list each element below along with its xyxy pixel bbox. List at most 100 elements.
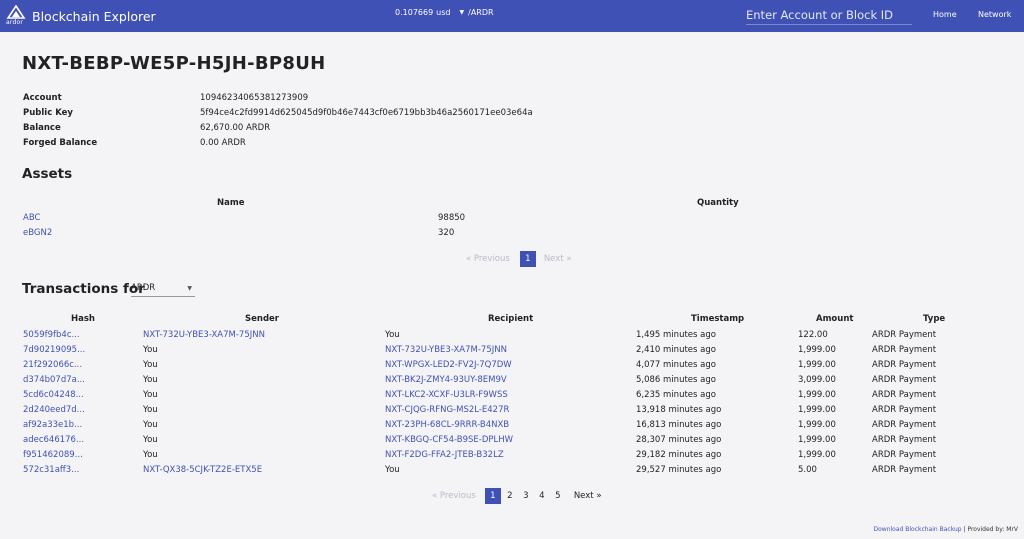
asset-quantity: 98850: [438, 213, 466, 223]
logo-text: ardor: [6, 19, 23, 26]
brand-title: Blockchain Explorer: [32, 8, 156, 24]
tx-amount: 1,999.00: [798, 405, 836, 415]
tx-hash-link[interactable]: d374b07d7a...: [23, 375, 85, 385]
tx-col-amount: Amount: [816, 314, 854, 324]
tx-timestamp: 1,495 minutes ago: [636, 330, 716, 340]
tx-col-sender: Sender: [245, 314, 279, 324]
tx-sender: You: [143, 420, 158, 430]
tx-hash-link[interactable]: 5059f9fb4c...: [23, 330, 80, 340]
tx-amount: 1,999.00: [798, 420, 836, 430]
assets-pagination: « Previous 1 Next »: [466, 251, 572, 267]
ardor-logo-icon: ardor: [6, 5, 26, 27]
tx-sender[interactable]: NXT-QX38-5CJK-TZ2E-ETX5E: [143, 465, 262, 475]
download-backup-link[interactable]: Download Blockchain Backup: [874, 526, 962, 533]
tx-amount: 1,999.00: [798, 435, 836, 445]
tx-col-hash: Hash: [71, 314, 95, 324]
tx-sender[interactable]: NXT-732U-YBE3-XA7M-75JNN: [143, 330, 265, 340]
tx-sender: You: [143, 405, 158, 415]
tx-hash-link[interactable]: adec646176...: [23, 435, 84, 445]
tx-amount: 1,999.00: [798, 450, 836, 460]
chain-select[interactable]: ARDR ▼: [131, 283, 195, 297]
tx-timestamp: 28,307 minutes ago: [636, 435, 722, 445]
assets-col-quantity: Quantity: [697, 198, 739, 208]
prev-page-button[interactable]: « Previous: [466, 254, 510, 264]
transactions-pagination: « Previous 1 2 3 4 5 Next »: [432, 488, 602, 504]
tx-type: ARDR Payment: [872, 330, 937, 340]
info-label: Public Key: [23, 108, 73, 118]
page-title: NXT-BEBP-WE5P-H5JH-BP8UH: [22, 53, 326, 74]
tx-timestamp: 29,527 minutes ago: [636, 465, 722, 475]
page-button-2[interactable]: 2: [502, 488, 518, 504]
currency-select[interactable]: usd ▼: [436, 8, 464, 17]
tx-hash-link[interactable]: 7d90219095...: [23, 345, 85, 355]
brand[interactable]: ardor Blockchain Explorer: [6, 5, 156, 27]
tx-recipient[interactable]: NXT-BK2J-ZMY4-93UY-8EM9V: [385, 375, 507, 385]
tx-amount: 1,999.00: [798, 390, 836, 400]
page-button-4[interactable]: 4: [534, 488, 550, 504]
search-input[interactable]: [746, 5, 912, 25]
tx-hash-link[interactable]: f951462089...: [23, 450, 83, 460]
tx-hash-link[interactable]: af92a33e1b...: [23, 420, 82, 430]
tx-recipient[interactable]: NXT-CJQG-RFNG-MS2L-E427R: [385, 405, 509, 415]
page-button-1[interactable]: 1: [519, 251, 536, 267]
footer: Download Blockchain Backup | Provided by…: [874, 526, 1019, 533]
tx-hash-link[interactable]: 21f292066c...: [23, 360, 82, 370]
tx-timestamp: 29,182 minutes ago: [636, 450, 722, 460]
assets-col-name: Name: [217, 198, 245, 208]
tx-timestamp: 16,813 minutes ago: [636, 420, 722, 430]
asset-name-link[interactable]: eBGN2: [23, 228, 52, 238]
next-page-button[interactable]: Next »: [544, 254, 572, 264]
tx-sender: You: [143, 375, 158, 385]
tx-type: ARDR Payment: [872, 405, 937, 415]
tx-timestamp: 5,086 minutes ago: [636, 375, 716, 385]
chain-select-value: ARDR: [131, 283, 156, 293]
tx-recipient[interactable]: NXT-732U-YBE3-XA7M-75JNN: [385, 345, 507, 355]
tx-type: ARDR Payment: [872, 360, 937, 370]
tx-hash-link[interactable]: 572c31aff3...: [23, 465, 79, 475]
tx-sender: You: [143, 450, 158, 460]
tx-recipient: You: [385, 330, 400, 340]
asset-name-link[interactable]: ABC: [23, 213, 40, 223]
prev-page-button[interactable]: « Previous: [432, 491, 476, 501]
tx-recipient[interactable]: NXT-23PH-68CL-9RRR-B4NXB: [385, 420, 509, 430]
tx-type: ARDR Payment: [872, 465, 937, 475]
tx-sender: You: [143, 360, 158, 370]
tx-type: ARDR Payment: [872, 420, 937, 430]
page-button-3[interactable]: 3: [518, 488, 534, 504]
tx-col-timestamp: Timestamp: [691, 314, 745, 324]
tx-sender: You: [143, 390, 158, 400]
nav-home[interactable]: Home: [933, 10, 957, 19]
tx-recipient: You: [385, 465, 400, 475]
navbar: ardor Blockchain Explorer 0.107669 usd ▼…: [0, 0, 1024, 32]
page-button-5[interactable]: 5: [550, 488, 566, 504]
tx-hash-link[interactable]: 5cd6c04248...: [23, 390, 84, 400]
page-button-1[interactable]: 1: [484, 488, 501, 504]
tx-timestamp: 13,918 minutes ago: [636, 405, 722, 415]
provider-name: MrV: [1006, 526, 1018, 533]
tx-type: ARDR Payment: [872, 390, 937, 400]
next-page-button[interactable]: Next »: [574, 491, 602, 501]
tx-amount: 3,099.00: [798, 375, 836, 385]
asset-quantity: 320: [438, 228, 455, 238]
info-label: Balance: [23, 123, 61, 133]
tx-recipient[interactable]: NXT-KBGQ-CF54-B9SE-DPLHW: [385, 435, 513, 445]
tx-col-recipient: Recipient: [488, 314, 534, 324]
tx-recipient[interactable]: NXT-F2DG-FFA2-JTEB-B32LZ: [385, 450, 504, 460]
chevron-down-icon: ▼: [459, 9, 465, 16]
assets-heading: Assets: [22, 166, 73, 182]
tx-recipient[interactable]: NXT-WPGX-LED2-FV2J-7Q7DW: [385, 360, 512, 370]
tx-sender: You: [143, 435, 158, 445]
tx-type: ARDR Payment: [872, 375, 937, 385]
tx-amount: 122.00: [798, 330, 828, 340]
nav-network[interactable]: Network: [978, 10, 1011, 19]
info-value: 5f94ce4c2fd9914d625045d9f0b46e7443cf0e67…: [200, 108, 533, 118]
tx-type: ARDR Payment: [872, 435, 937, 445]
tx-type: ARDR Payment: [872, 450, 937, 460]
tx-recipient[interactable]: NXT-LKC2-XCXF-U3LR-F9WSS: [385, 390, 508, 400]
info-value: 10946234065381273909: [200, 93, 309, 103]
transactions-heading: Transactions for: [22, 281, 145, 297]
price-value: 0.107669: [395, 8, 434, 17]
tx-hash-link[interactable]: 2d240eed7d...: [23, 405, 85, 415]
currency-value: usd: [436, 8, 451, 17]
chevron-down-icon: ▼: [187, 285, 192, 292]
